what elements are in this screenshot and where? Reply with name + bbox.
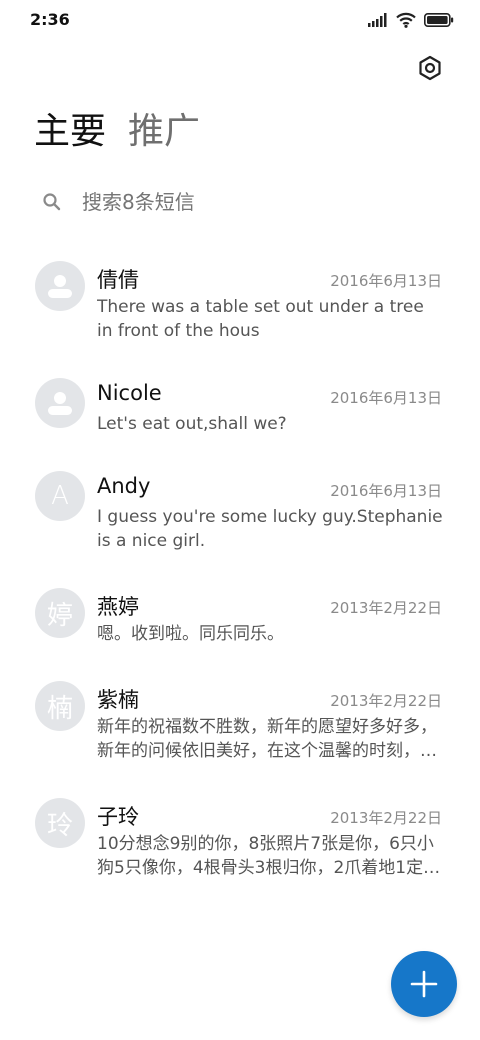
avatar-letter: 楠 — [46, 693, 73, 724]
message-date: 2016年6月13日 — [330, 389, 442, 407]
avatar: 婷 — [35, 588, 85, 638]
settings-icon — [419, 55, 441, 81]
contact-name: 倩倩 — [97, 268, 139, 292]
contact-name: 燕婷 — [97, 595, 139, 619]
status-bar: 2:36 — [0, 0, 480, 42]
message-preview: Let's eat out,shall we? — [97, 414, 287, 434]
contact-name: 子玲 — [97, 805, 139, 829]
conversation-row[interactable]: A Andy 2016年6月13日 I guess you're some lu… — [0, 460, 480, 577]
message-preview: 嗯。收到啦。同乐同乐。 — [97, 624, 284, 644]
status-icons — [368, 12, 454, 28]
contact-name: Nicole — [97, 381, 162, 405]
tab-bar: 主要 推广 — [34, 108, 200, 156]
avatar: 玲 — [35, 798, 85, 848]
search-input[interactable] — [82, 190, 331, 214]
avatar: 楠 — [35, 681, 85, 731]
search-bar[interactable] — [40, 182, 450, 222]
avatar-letter: A — [51, 481, 69, 511]
person-icon — [48, 275, 72, 298]
avatar — [35, 378, 85, 428]
conversation-row[interactable]: 婷 燕婷 2013年2月22日 嗯。收到啦。同乐同乐。 — [0, 577, 480, 670]
avatar: A — [35, 471, 85, 521]
conversation-row[interactable]: Nicole 2016年6月13日 Let's eat out,shall we… — [0, 367, 480, 460]
message-preview: There was a table set out under a tree i… — [97, 297, 424, 341]
message-date: 2013年2月22日 — [330, 809, 442, 827]
message-date: 2016年6月13日 — [330, 272, 442, 290]
avatar — [35, 261, 85, 311]
avatar-letter: 玲 — [46, 810, 73, 841]
conversation-list: 倩倩 2016年6月13日 There was a table set out … — [0, 250, 480, 904]
search-icon — [40, 190, 64, 214]
person-icon — [48, 392, 72, 415]
status-time: 2:36 — [30, 10, 70, 29]
plus-icon — [410, 970, 438, 998]
avatar-letter: 婷 — [46, 600, 73, 631]
contact-name: 紫楠 — [97, 688, 139, 712]
message-date: 2013年2月22日 — [330, 692, 442, 710]
message-date: 2016年6月13日 — [330, 482, 442, 500]
wifi-icon — [396, 12, 416, 28]
message-preview: 10分想念9别的你，8张照片7张是你，6只小狗5只像你，4根骨头3根归你，2爪着… — [97, 834, 441, 878]
tab-primary[interactable]: 主要 — [34, 108, 106, 156]
compose-button[interactable] — [391, 951, 457, 1017]
signal-icon — [368, 13, 387, 27]
message-preview: I guess you're some lucky guy.Stephanie … — [97, 507, 443, 551]
battery-icon — [424, 13, 454, 27]
conversation-row[interactable]: 玲 子玲 2013年2月22日 10分想念9别的你，8张照片7张是你，6只小狗5… — [0, 787, 480, 904]
conversation-row[interactable]: 倩倩 2016年6月13日 There was a table set out … — [0, 250, 480, 367]
contact-name: Andy — [97, 474, 151, 498]
message-preview: 新年的祝福数不胜数，新年的愿望好多好多，新年的问候依旧美好，在这个温馨的时刻，… — [97, 717, 437, 761]
message-date: 2013年2月22日 — [330, 599, 442, 617]
conversation-row[interactable]: 楠 紫楠 2013年2月22日 新年的祝福数不胜数，新年的愿望好多好多，新年的问… — [0, 670, 480, 787]
tab-promotions[interactable]: 推广 — [128, 108, 200, 156]
settings-button[interactable] — [414, 52, 446, 84]
